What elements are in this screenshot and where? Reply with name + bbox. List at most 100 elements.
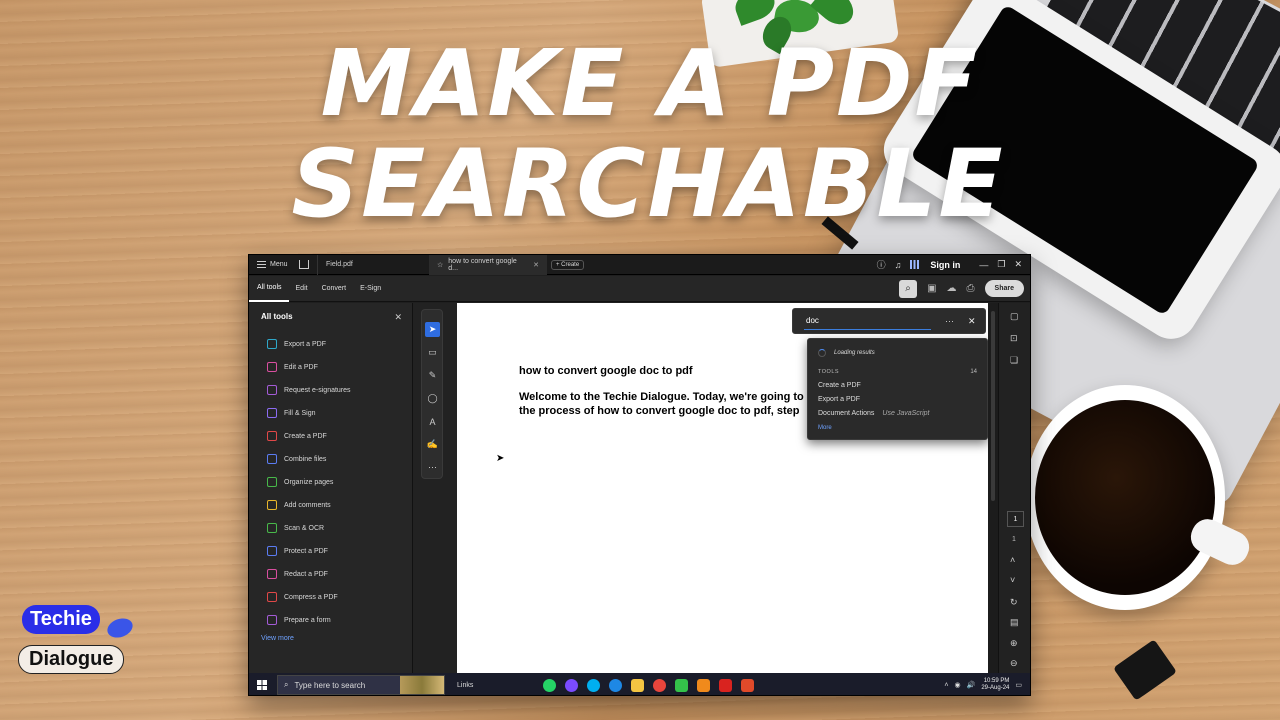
hamburger-icon (257, 261, 266, 268)
clock[interactable]: 10:59 PM 29-Aug-24 (981, 678, 1009, 692)
tool-item[interactable]: Add comments (267, 500, 331, 510)
print-icon[interactable]: ⎙ (967, 283, 975, 294)
more-options-icon[interactable]: ⋯ (945, 316, 954, 327)
brand-logo-dialogue: Dialogue (18, 645, 125, 674)
menu-button[interactable]: Menu (249, 261, 291, 268)
chevron-down-icon[interactable]: ˅ (1010, 575, 1015, 585)
save-icon[interactable]: ▣ (927, 283, 936, 294)
comment-icon[interactable]: ▭ (425, 345, 440, 360)
upload-cloud-icon[interactable]: ☁ (947, 283, 957, 294)
tab-edit[interactable]: Edit (289, 276, 315, 302)
tool-label: Organize pages (284, 478, 334, 486)
results-section-title: TOOLS (818, 369, 840, 375)
vertical-scrollbar[interactable] (988, 303, 998, 673)
tool-item[interactable]: Organize pages (267, 477, 333, 487)
create-button[interactable]: + Create (551, 259, 585, 270)
star-icon[interactable]: ☆ (437, 261, 443, 269)
zoom-out-icon[interactable]: ⊖ (1010, 658, 1018, 669)
close-tab-icon[interactable]: ✕ (533, 261, 539, 269)
tab-google-doc[interactable]: ☆ how to convert google d... ✕ (429, 255, 547, 275)
document-paragraph-line: the process of how to convert google doc… (519, 405, 800, 417)
edge-icon[interactable] (609, 678, 623, 692)
result-export-pdf[interactable]: Export a PDF (818, 396, 860, 403)
bell-icon[interactable]: ♫ (895, 260, 902, 270)
comments-icon[interactable]: ▢ (1010, 311, 1019, 322)
view-more-link[interactable]: View more (261, 635, 294, 642)
tool-item[interactable]: Combine files (267, 454, 326, 464)
tool-label: Scan & OCR (284, 524, 325, 532)
scroll-thumb[interactable] (991, 311, 995, 501)
result-document-actions[interactable]: Document Actions Use JavaScript (818, 410, 930, 417)
close-window-icon[interactable]: ✕ (1014, 259, 1022, 270)
tool-item[interactable]: Export a PDF (267, 339, 326, 349)
sign-in-button[interactable]: Sign in (930, 260, 960, 270)
network-icon[interactable]: ◉ (955, 681, 961, 689)
tab-e-sign[interactable]: E-Sign (353, 276, 388, 302)
help-icon[interactable]: ⓘ (877, 258, 886, 271)
more-results-link[interactable]: More (818, 425, 832, 431)
toolbar: All tools Edit Convert E-Sign ⌕ ▣ ☁ ⎙ Sh… (249, 276, 1030, 302)
highlight-pen-icon[interactable]: ✎ (425, 368, 440, 383)
tab-all-tools[interactable]: All tools (249, 276, 289, 302)
share-button[interactable]: Share (984, 280, 1024, 297)
sign-icon[interactable]: ✍ (425, 437, 440, 452)
recorder-icon[interactable] (741, 678, 755, 692)
messenger-icon[interactable] (565, 678, 579, 692)
tool-item[interactable]: Create a PDF (267, 431, 327, 441)
apps-grid-icon[interactable] (910, 260, 920, 269)
search-input[interactable] (804, 312, 931, 330)
rotate-icon[interactable]: ↻ (1010, 597, 1018, 608)
current-page-field[interactable]: 1 (1007, 511, 1024, 527)
chrome-icon[interactable] (653, 678, 667, 692)
skype-icon[interactable] (587, 678, 601, 692)
result-create-pdf[interactable]: Create a PDF (818, 382, 861, 389)
tool-icon (267, 408, 277, 418)
brand-logo-techie: Techie (22, 605, 100, 634)
volume-icon[interactable]: 🔊 (967, 681, 976, 689)
whatsapp-icon[interactable] (543, 678, 557, 692)
tool-item[interactable]: Fill & Sign (267, 408, 316, 418)
search-icon[interactable]: ⌕ (899, 279, 918, 298)
more-tools-icon[interactable]: ⋯ (425, 460, 440, 475)
close-icon[interactable]: ✕ (394, 312, 402, 323)
bookmark-icon[interactable]: ⊡ (1010, 333, 1018, 344)
tool-item[interactable]: Redact a PDF (267, 569, 328, 579)
zoom-in-icon[interactable]: ⊕ (1010, 638, 1018, 649)
acrobat-window: Menu Field.pdf ☆ how to convert google d… (248, 254, 1031, 696)
notifications-icon[interactable]: ▭ (1015, 681, 1022, 689)
tool-item[interactable]: Compress a PDF (267, 592, 338, 602)
tool-icon (267, 523, 277, 533)
tool-label: Compress a PDF (284, 593, 338, 601)
tool-item[interactable]: Scan & OCR (267, 523, 324, 533)
tool-item[interactable]: Edit a PDF (267, 362, 318, 372)
home-icon[interactable] (299, 260, 309, 269)
tab-field-pdf[interactable]: Field.pdf (317, 255, 429, 275)
chevron-up-icon[interactable]: ˄ (1010, 555, 1015, 565)
close-search-icon[interactable]: ✕ (968, 316, 976, 327)
file-explorer-icon[interactable] (631, 678, 645, 692)
chevron-up-icon[interactable]: ˄ (944, 682, 948, 689)
acrobat-icon[interactable] (719, 678, 733, 692)
search-highlight-thumbnail (400, 676, 444, 694)
create-label: Create (561, 261, 580, 268)
tool-label: Add comments (284, 501, 331, 509)
binder-clip (1113, 639, 1177, 701)
restore-icon[interactable]: ❐ (997, 259, 1005, 270)
tool-item[interactable]: Protect a PDF (267, 546, 328, 556)
links-toolbar[interactable]: Links (457, 682, 473, 689)
tool-item[interactable]: Request e-signatures (267, 385, 351, 395)
text-box-icon[interactable]: A (425, 414, 440, 429)
vlc-icon[interactable] (697, 678, 711, 692)
windows-start-icon[interactable] (257, 680, 267, 690)
windows-taskbar: ⌕ Type here to search Links ˄ ◉ 🔊 10:59 … (249, 673, 1030, 695)
minimize-icon[interactable]: — (979, 260, 988, 270)
taskbar-search[interactable]: ⌕ Type here to search (277, 675, 445, 695)
select-cursor-icon[interactable]: ➤ (425, 322, 440, 337)
result-label: Document Actions (818, 410, 875, 417)
camtasia-icon[interactable] (675, 678, 689, 692)
tool-item[interactable]: Prepare a form (267, 615, 331, 625)
pages-icon[interactable]: ❏ (1010, 355, 1018, 366)
lasso-icon[interactable]: ◯ (425, 391, 440, 406)
fit-page-icon[interactable]: ▤ (1010, 617, 1019, 628)
tab-convert[interactable]: Convert (315, 276, 354, 302)
